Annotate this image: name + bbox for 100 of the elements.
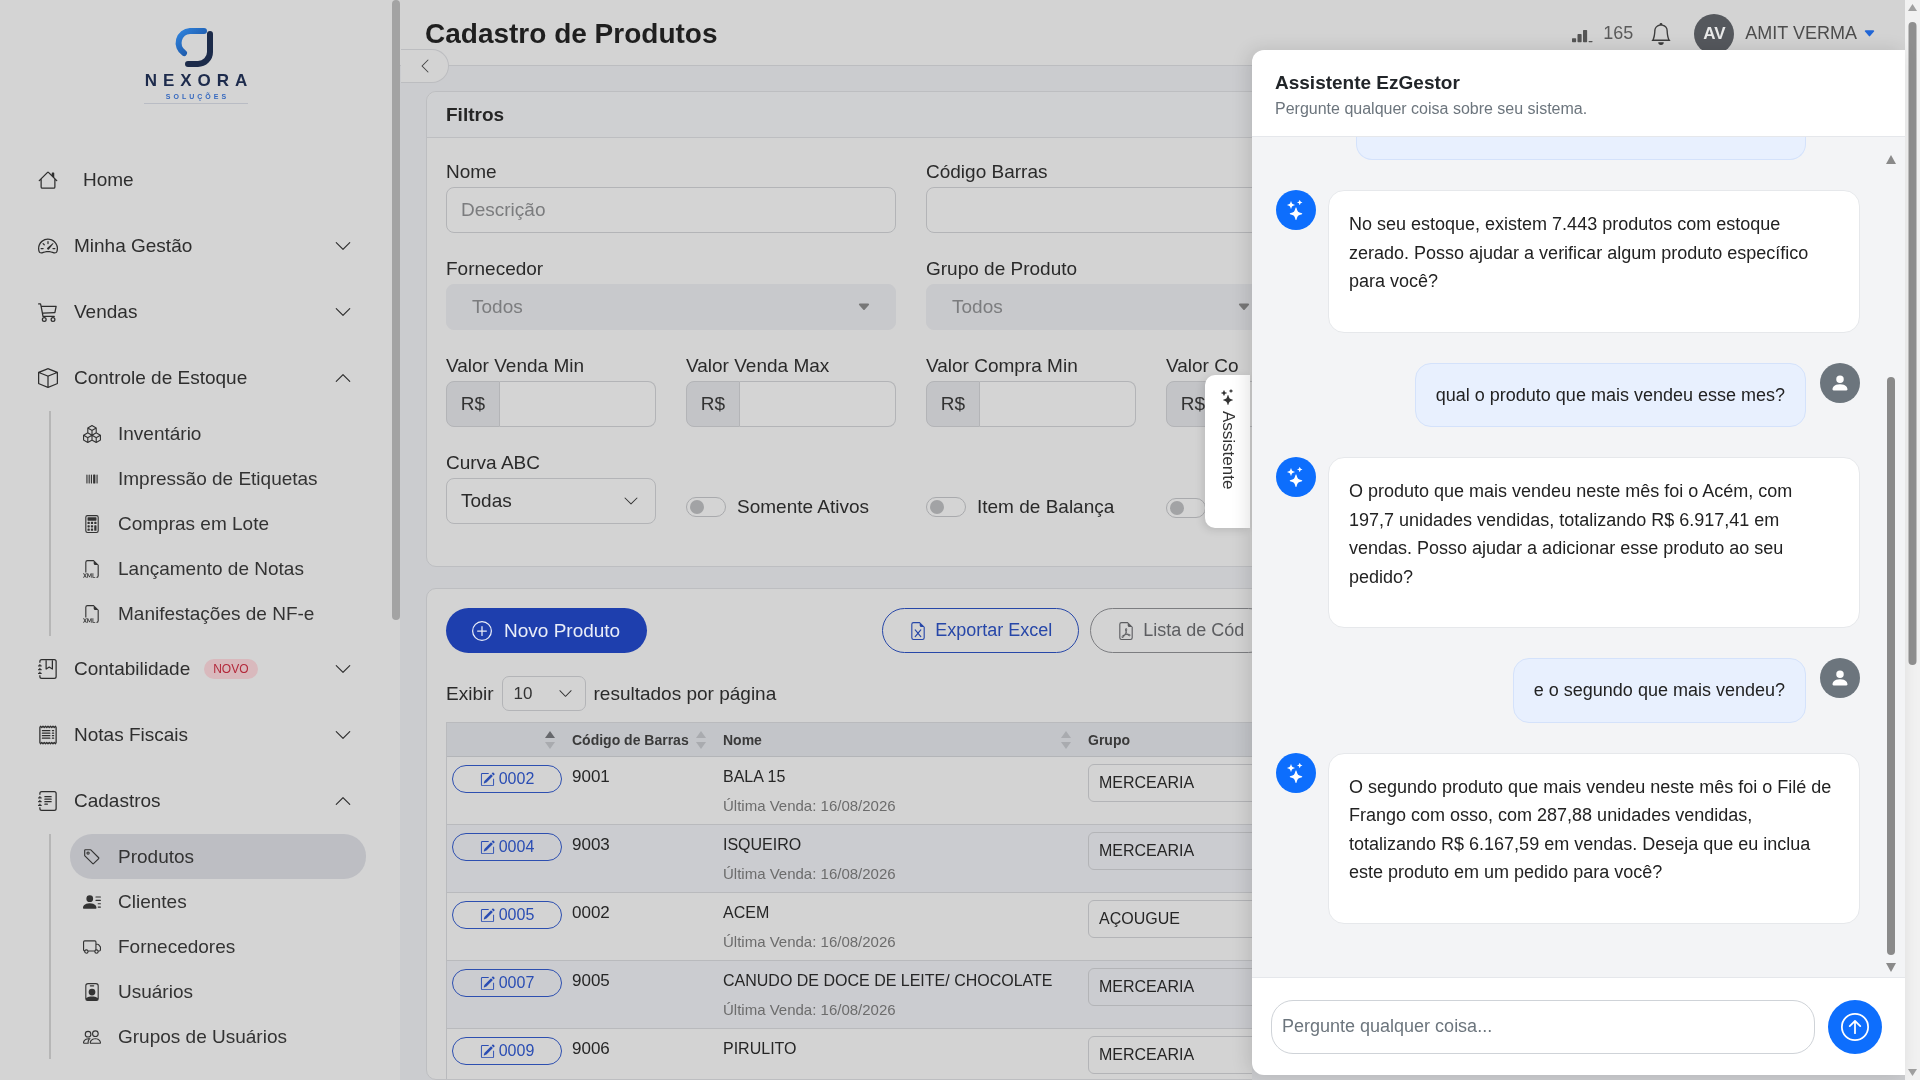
message-bubble: O produto que mais vendeu neste mês foi o Acém, com 197,7 unidades vendidas, totalizando R$ 6.917,41 em vendas. Posso ajudar a adicionar esse produto ao seu pedido? (1328, 457, 1860, 628)
submenu-item[interactable]: Lançamento de Notas (83, 556, 304, 581)
sidebar-item[interactable]: Vendas (38, 301, 352, 323)
calculator-icon (83, 514, 101, 533)
new-product-button[interactable]: Novo Produto (446, 608, 648, 653)
contact-card-icon (83, 892, 101, 911)
box-icon (38, 368, 58, 388)
field-label: Curva ABC (446, 451, 541, 475)
sidebar-item[interactable]: Minha Gestão (38, 235, 352, 257)
user-avatar-icon (1820, 362, 1860, 403)
sidebar-item[interactable]: Notas Fiscais (38, 724, 352, 746)
column-header[interactable]: Código de Barras (563, 723, 714, 756)
sparkles-avatar-icon (1276, 457, 1316, 497)
cart-icon (38, 302, 58, 322)
home-icon (38, 170, 58, 190)
text-input[interactable]: Descrição (446, 187, 896, 233)
xml-file-icon (83, 559, 101, 578)
field-label: Valor Venda Max (686, 354, 831, 378)
toggle-switch[interactable] (686, 497, 726, 517)
field-label: Valor Co (1166, 354, 1240, 378)
submenu-item[interactable]: Grupos de Usuários (83, 1024, 287, 1049)
journal-icon (38, 659, 58, 679)
new-badge: NOVO (204, 659, 258, 679)
assistant-tab[interactable]: Assistente (1205, 375, 1250, 528)
message-bubble: No seu estoque, existem 7.443 produtos com estoque zerado. Posso ajudar a verificar algum produto específico para você? (1328, 190, 1860, 333)
price-input[interactable] (740, 381, 896, 427)
barcode-text: 9005 (572, 971, 610, 990)
results-per-page-label: resultados por página (593, 682, 777, 705)
filters-header: Filtros (427, 92, 1252, 138)
show-label: Exibir (446, 682, 494, 705)
toggle-switch[interactable] (1166, 498, 1206, 518)
toggle-label: Item de Balança (977, 496, 1115, 518)
product-name: ACEM (723, 903, 771, 923)
currency-prefix: R$ (446, 381, 500, 427)
id-badge-icon (83, 982, 101, 1001)
chat-subtitle: Pergunte qualquer coisa sobre seu sistema. (1275, 100, 1589, 118)
submenu-item[interactable]: Compras em Lote (83, 511, 269, 536)
product-name: ISQUEIRO (723, 835, 803, 855)
field-label: Valor Compra Min (926, 354, 1079, 378)
sidebar-item[interactable]: Controle de Estoque (38, 367, 352, 389)
counter-text: 165 (1603, 23, 1634, 44)
select-field[interactable]: Todas (446, 478, 656, 524)
currency-prefix: R$ (926, 381, 980, 427)
field-label: Grupo de Produto (926, 257, 1079, 281)
submenu-item[interactable]: Manifestações de NF-e (83, 601, 315, 626)
truck-icon (83, 937, 101, 956)
last-sale-text: Última Venda: 16/08/2026 (723, 864, 897, 884)
price-input[interactable] (500, 381, 656, 427)
people-icon (83, 1027, 101, 1046)
message-bubble: e o segundo que mais vendeu? (1512, 658, 1806, 723)
message-bubble: qual o produto que mais vendeu esse mes? (1414, 362, 1806, 427)
logo-wordmark: NEXORA (143, 71, 254, 91)
xml-file-icon (83, 604, 101, 623)
field-label: Nome (446, 160, 498, 184)
notebook-icon (38, 791, 58, 811)
tag-icon (83, 847, 101, 866)
product-name: PIRULITO (723, 1039, 798, 1059)
product-name: BALA 15 (723, 767, 787, 787)
price-input[interactable] (980, 381, 1136, 427)
spreadsheet-file-icon (909, 621, 928, 640)
column-header[interactable]: Nome (714, 723, 1079, 756)
toggle-label: Somente Ativos (737, 496, 870, 518)
toggle-switch[interactable] (926, 497, 966, 517)
product-name: CANUDO DE DOCE DE LEITE/ CHOCOLATE (723, 971, 1054, 991)
text-input[interactable] (926, 187, 1252, 233)
page-size-select[interactable]: 10 (501, 676, 586, 711)
page-title: Cadastro de Produtos (425, 17, 718, 50)
barcode-text: 9003 (572, 835, 610, 854)
page-scrollbar[interactable] (1905, 0, 1920, 1080)
message-bubble: O segundo produto que mais vendeu neste mês foi o Filé de Frango com osso, com 287,88 unidades vendidas, totalizando R$ 6.167,59 em vendas. Deseja que eu inclua este produto em um pedido para você? (1328, 752, 1860, 924)
submenu-item[interactable]: Inventário (83, 421, 202, 446)
barcode-text: 0002 (572, 903, 610, 922)
chat-input[interactable]: Pergunte qualquer coisa... (1271, 999, 1815, 1054)
last-sale-text: Última Venda: 16/08/2026 (723, 932, 897, 952)
sparkles-avatar-icon (1276, 190, 1316, 230)
submenu-item[interactable]: Usuários (83, 979, 193, 1004)
submenu-item[interactable]: Impressão de Etiquetas (83, 466, 318, 491)
chat-title: Assistente EzGestor (1275, 72, 1461, 94)
last-sale-text: Última Venda: 16/08/2026 (723, 796, 897, 816)
column-header[interactable]: Grupo (1079, 723, 1252, 756)
pdf-file-icon (1117, 621, 1136, 640)
boxes-icon (83, 424, 101, 443)
currency-prefix: R$ (686, 381, 740, 427)
submenu-item[interactable]: Fornecedores (83, 934, 236, 959)
receipt-icon (38, 725, 58, 745)
sidebar-item[interactable]: Home (38, 169, 352, 191)
sidebar-scrollbar[interactable] (392, 0, 400, 620)
back-button[interactable] (401, 49, 449, 83)
submenu-item[interactable]: Produtos (70, 834, 366, 879)
barcode-text: 9001 (572, 767, 610, 786)
last-sale-text: Última Venda: 16/08/2026 (723, 1000, 897, 1020)
bell-icon[interactable] (1650, 22, 1673, 45)
user-menu-button[interactable]: AMIT VERMA (1745, 23, 1876, 44)
sidebar-item[interactable]: Contabilidade NOVO (38, 658, 352, 680)
submenu-item[interactable]: Clientes (83, 889, 187, 914)
sidebar-item[interactable]: Cadastros (38, 790, 352, 812)
user-avatar-icon (1820, 658, 1860, 698)
field-label: Valor Venda Min (446, 354, 585, 378)
send-button[interactable] (1828, 999, 1882, 1054)
speedometer-icon (38, 236, 58, 256)
